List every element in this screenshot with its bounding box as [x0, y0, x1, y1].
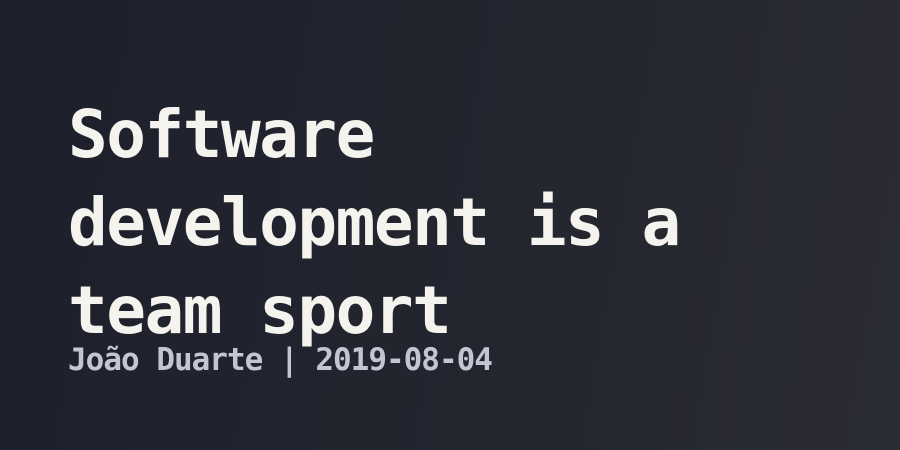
author-name: João Duarte	[68, 342, 263, 378]
post-byline: João Duarte | 2019-08-04	[68, 340, 493, 380]
post-date: 2019-08-04	[315, 342, 493, 378]
byline-separator: |	[279, 342, 299, 378]
post-card: Software development is a team sport Joã…	[0, 0, 900, 450]
post-title-line: Software	[68, 96, 375, 173]
post-title-line: development is a	[68, 184, 681, 261]
post-title: Software development is a team sport	[68, 91, 868, 355]
